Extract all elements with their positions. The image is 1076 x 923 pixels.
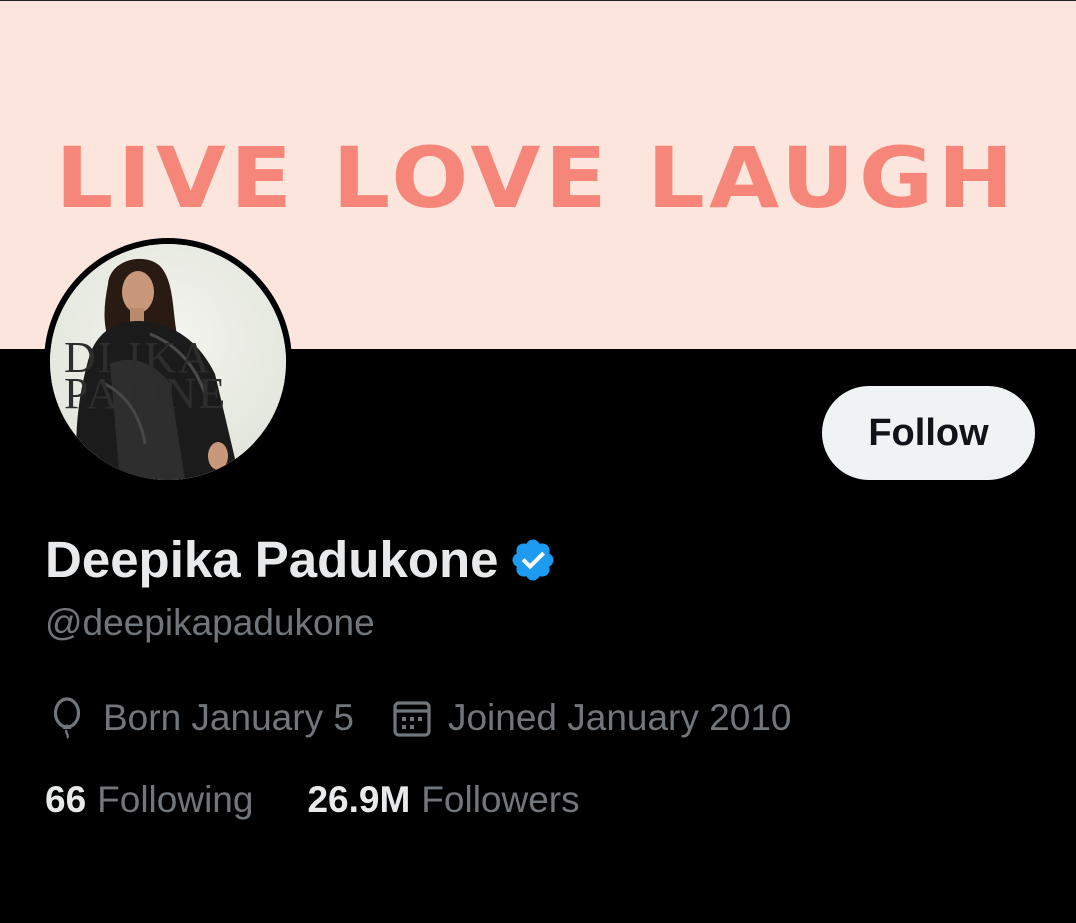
- balloon-icon: [53, 697, 81, 739]
- followers-link[interactable]: 26.9M Followers: [307, 779, 579, 821]
- profile-avatar[interactable]: DI IKA PA ONE: [44, 238, 292, 486]
- banner-text: LIVE LOVE LAUGH: [55, 129, 1018, 227]
- follow-stats: 66 Following 26.9M Followers: [45, 779, 580, 821]
- following-link[interactable]: 66 Following: [45, 779, 253, 821]
- display-name: Deepika Padukone: [45, 531, 499, 588]
- following-label: Following: [97, 779, 254, 820]
- following-count: 66: [45, 779, 87, 820]
- followers-label: Followers: [421, 779, 580, 820]
- followers-count: 26.9M: [307, 779, 411, 820]
- name-row: Deepika Padukone: [45, 530, 557, 589]
- verified-badge-icon[interactable]: [509, 536, 557, 584]
- profile-handle: @deepikapadukone: [45, 602, 375, 643]
- calendar-icon: [393, 701, 431, 737]
- follow-button[interactable]: Follow: [822, 386, 1035, 480]
- avatar-photo: DI IKA PA ONE: [50, 244, 286, 480]
- birthday-item: Born January 5: [47, 696, 354, 740]
- profile-meta: Born January 5 Joined January 2010: [47, 696, 791, 740]
- profile-page: LIVE LOVE LAUGH DI IKA PA ONE Follow Dee…: [0, 0, 1076, 923]
- joined-item: Joined January 2010: [392, 696, 792, 740]
- joined-text: Joined January 2010: [447, 697, 792, 738]
- birthday-text: Born January 5: [103, 697, 354, 738]
- avatar-logo-line2: PA ONE: [64, 369, 228, 418]
